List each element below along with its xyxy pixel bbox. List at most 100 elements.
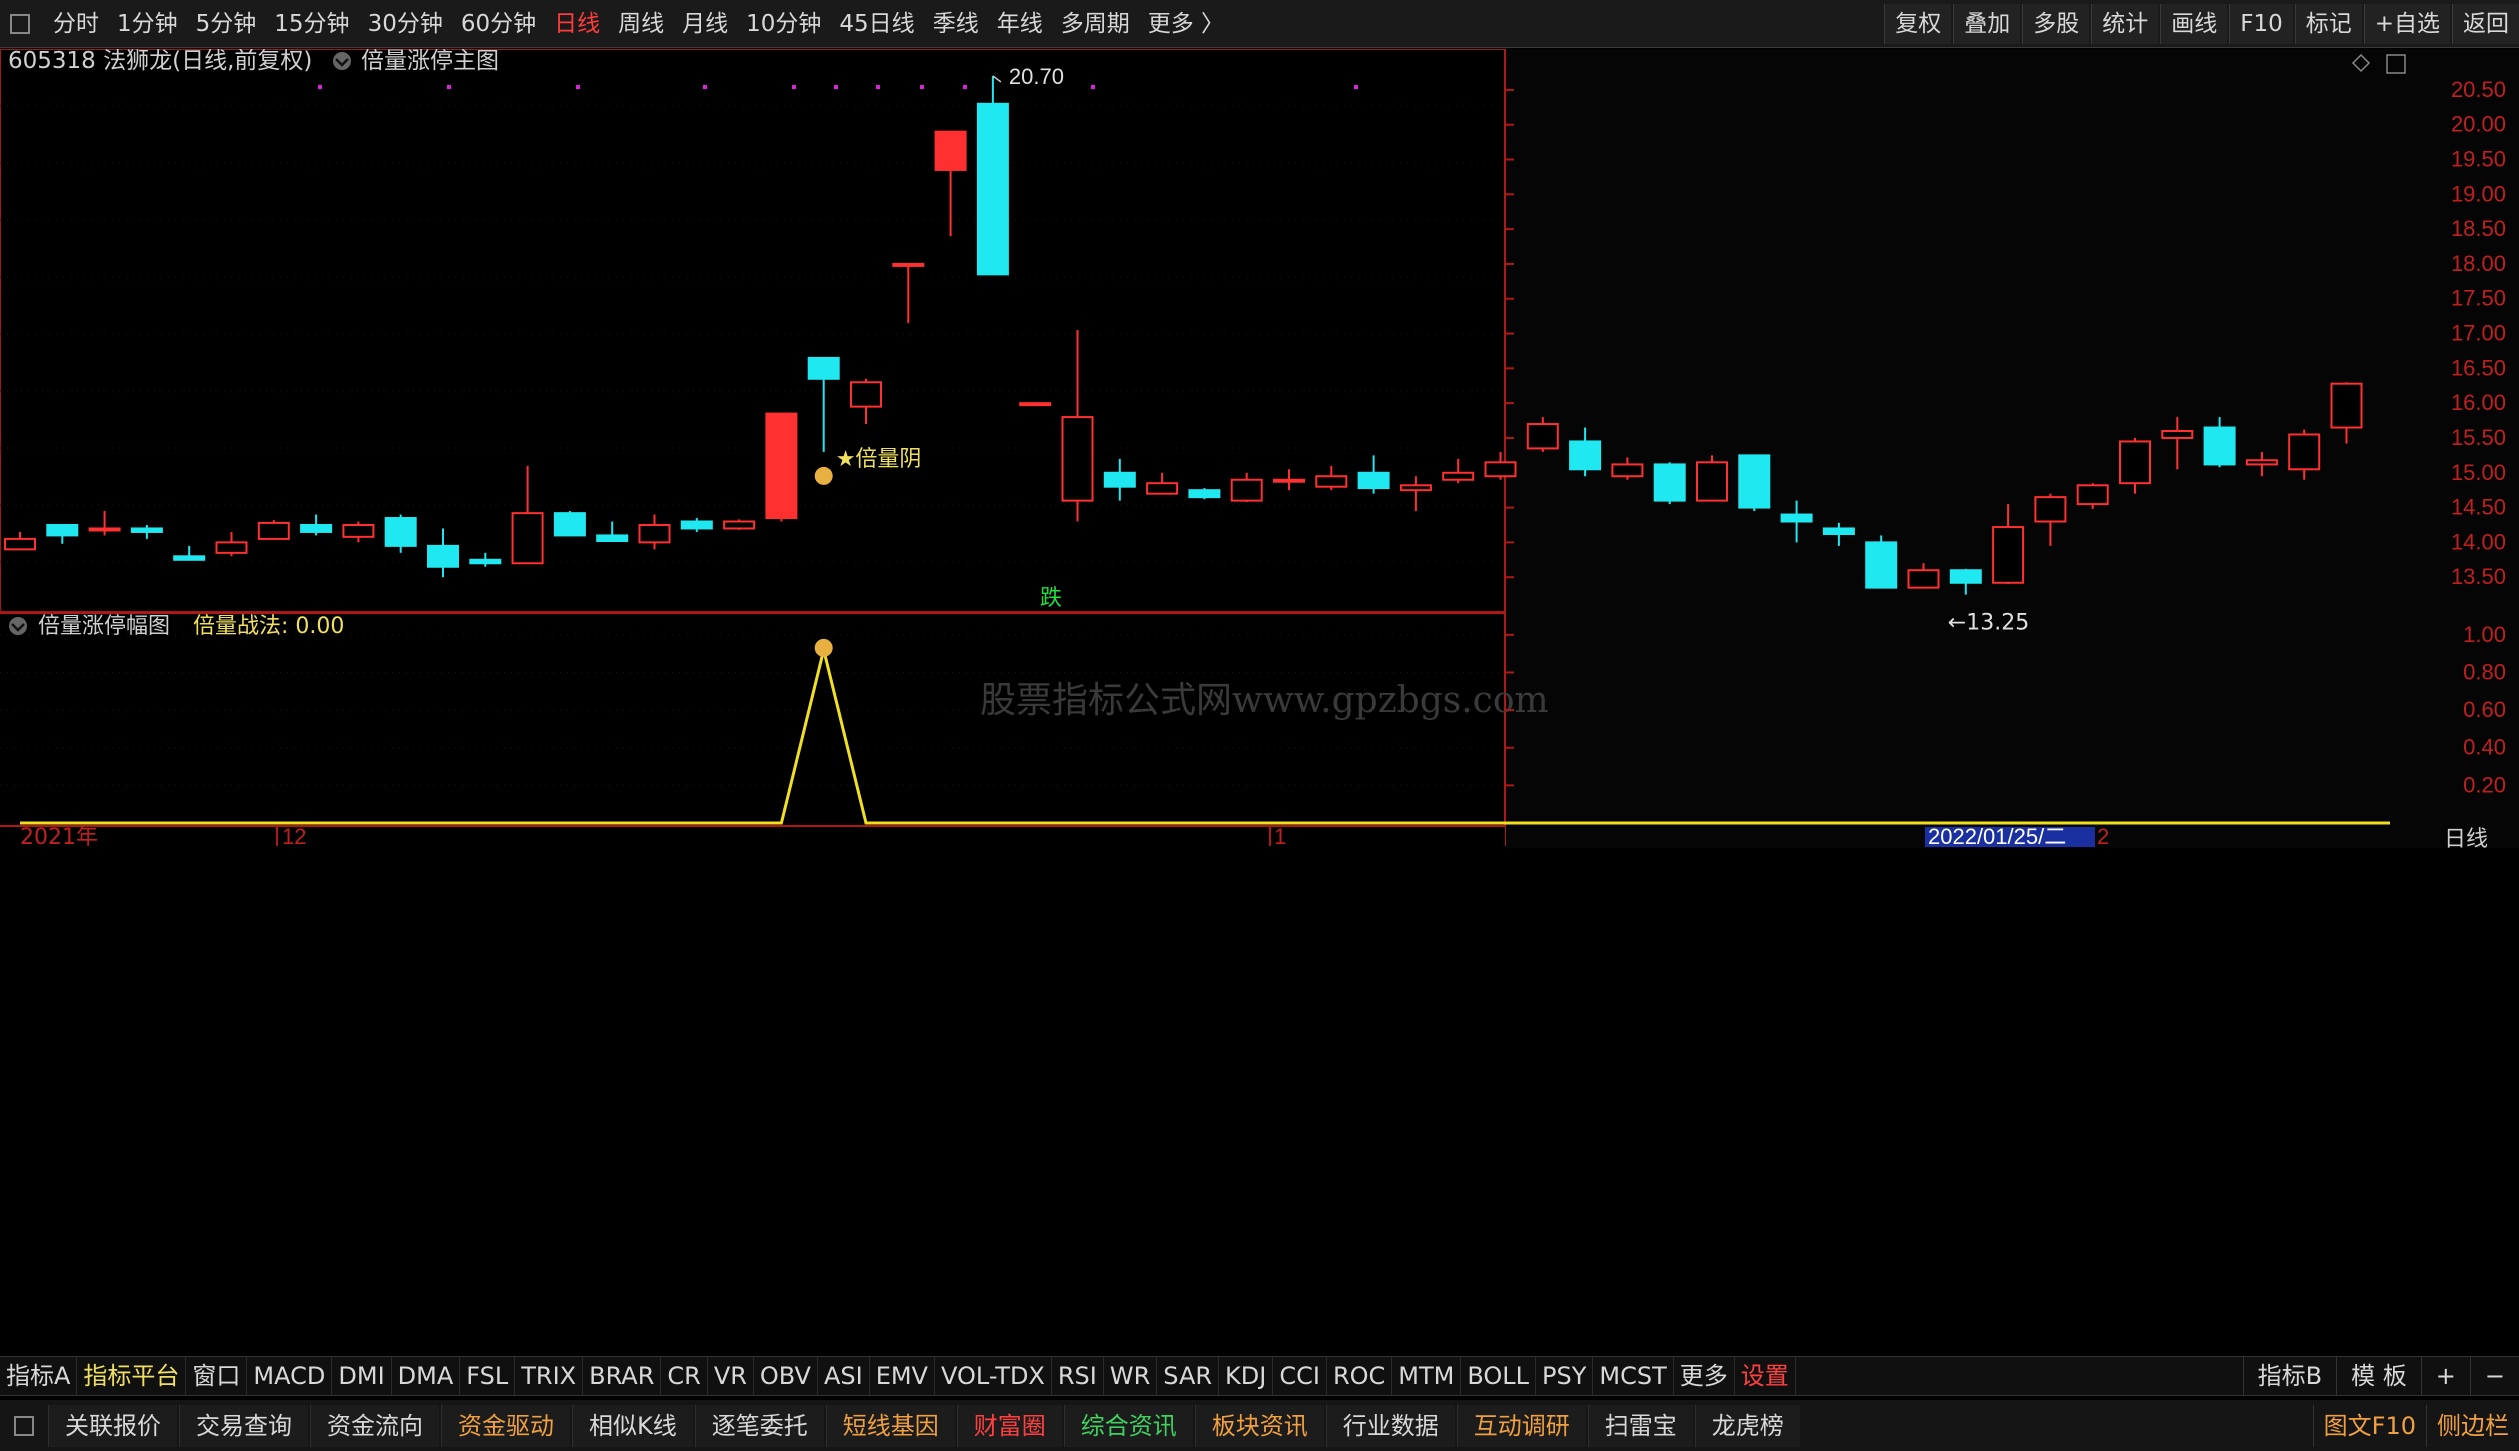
period-tab[interactable]: 年线	[988, 0, 1052, 48]
candle-body	[596, 534, 629, 542]
period-tab[interactable]: 分时	[44, 0, 108, 48]
month-label: 2	[2097, 824, 2109, 849]
toolbar-button[interactable]: +自选	[2363, 3, 2450, 44]
period-tab[interactable]: 周线	[609, 0, 673, 48]
indicator-tab[interactable]: CR	[661, 1357, 708, 1395]
indicator-tab[interactable]: ROC	[1327, 1357, 1393, 1395]
indicator-tab[interactable]: 设置	[1735, 1357, 1796, 1395]
axis-background	[1506, 49, 2519, 848]
info-tab[interactable]: 资金流向	[310, 1404, 439, 1447]
indicator-tab[interactable]: VR	[708, 1357, 754, 1395]
indicator-tab[interactable]: 指标平台	[77, 1357, 187, 1395]
indicator-tab[interactable]: OBV	[754, 1357, 818, 1395]
stock-title: 605318 法狮龙(日线,前复权)	[8, 49, 312, 74]
signal-dot	[792, 85, 796, 89]
toolbar-button[interactable]: 画线	[2160, 3, 2228, 44]
indicator-tab[interactable]: VOL-TDX	[935, 1357, 1052, 1395]
kline-chart-area[interactable]: 20.50 20.00 19.50 19.00 18.50 18.00 17.50 17.00…	[0, 49, 2519, 1350]
month-label: 1	[1274, 824, 1286, 849]
panel-square-icon[interactable]	[14, 1415, 34, 1436]
period-tab[interactable]: 45日线	[830, 0, 923, 48]
toolbar-button[interactable]: 返回	[2452, 3, 2519, 44]
lower-axis-label: 0.40	[2463, 735, 2506, 760]
lower-axis-label: 0.80	[2463, 659, 2506, 684]
indicator-tab[interactable]: CCI	[1273, 1357, 1327, 1395]
info-tab[interactable]: 逐笔委托	[694, 1404, 824, 1447]
candle-body	[2288, 433, 2321, 471]
info-tab[interactable]: 财富圈	[956, 1404, 1062, 1447]
toolbar-button[interactable]: F10	[2229, 3, 2293, 44]
candle-body	[680, 520, 713, 530]
period-tab[interactable]: 5分钟	[187, 0, 266, 48]
info-right-button[interactable]: 侧边栏	[2426, 1404, 2519, 1447]
toolbar-button[interactable]: 多股	[2022, 3, 2090, 44]
price-axis-label: 16.00	[2451, 390, 2506, 415]
candle-body	[553, 512, 586, 537]
indicator-right-button[interactable]: −	[2469, 1357, 2519, 1395]
price-axis-label: 17.50	[2451, 286, 2506, 311]
period-tab[interactable]: 更多 〉	[1139, 0, 1233, 48]
period-tab[interactable]: 季线	[924, 0, 988, 48]
info-right-button[interactable]: 图文F10	[2312, 1404, 2426, 1447]
indicator-tab[interactable]: RSI	[1052, 1357, 1104, 1395]
period-tab[interactable]: 月线	[673, 0, 737, 48]
candle-body	[1569, 440, 1602, 471]
toolbar-button[interactable]: 复权	[1884, 3, 1952, 44]
period-tab[interactable]: 10分钟	[737, 0, 830, 48]
indicator-tab[interactable]: KDJ	[1219, 1357, 1274, 1395]
info-tab[interactable]: 综合资讯	[1063, 1404, 1193, 1447]
period-tab[interactable]: 60分钟	[452, 0, 545, 48]
menu-square-icon[interactable]	[10, 13, 30, 34]
period-tab[interactable]: 多周期	[1052, 0, 1139, 48]
signal-dot	[920, 85, 924, 89]
toolbar-button[interactable]: 叠加	[1953, 3, 2021, 44]
indicator-tab[interactable]: WR	[1104, 1357, 1158, 1395]
indicator-tab[interactable]: SAR	[1157, 1357, 1220, 1395]
info-right-buttons: 图文F10 侧边栏	[2312, 1404, 2519, 1447]
period-tab[interactable]: 日线	[545, 0, 609, 48]
indicator-tab[interactable]: ASI	[818, 1357, 870, 1395]
candle-body	[1230, 478, 1263, 502]
indicator-tab[interactable]: BRAR	[583, 1357, 662, 1395]
indicator-tab[interactable]: 更多	[1674, 1357, 1735, 1395]
info-tab[interactable]: 相似K线	[572, 1404, 693, 1447]
indicator-right-button[interactable]: +	[2420, 1357, 2470, 1395]
info-tab[interactable]: 板块资讯	[1194, 1404, 1324, 1447]
info-tab[interactable]: 互动调研	[1456, 1404, 1586, 1447]
price-axis-label: 18.00	[2451, 251, 2506, 276]
indicator-tab[interactable]: 窗口	[186, 1357, 248, 1395]
indicator-tab[interactable]: MACD	[247, 1357, 333, 1395]
signal-dot	[834, 85, 838, 89]
money-bag-icon	[814, 466, 833, 485]
info-tab[interactable]: 资金驱动	[441, 1404, 570, 1447]
info-tab[interactable]: 短线基因	[825, 1404, 955, 1447]
indicator-tab[interactable]: MCST	[1593, 1357, 1674, 1395]
period-tab[interactable]: 15分钟	[265, 0, 358, 48]
indicator-tab[interactable]: MTM	[1392, 1357, 1462, 1395]
toolbar-button[interactable]: 统计	[2091, 3, 2159, 44]
kline-svg[interactable]: 20.50 20.00 19.50 19.00 18.50 18.00 17.50 17.00…	[0, 49, 2519, 1350]
indicator-tab[interactable]: PSY	[1536, 1357, 1594, 1395]
period-tab[interactable]: 30分钟	[359, 0, 452, 48]
indicator-tab[interactable]: DMA	[392, 1357, 461, 1395]
price-axis-label: 15.50	[2451, 425, 2506, 450]
info-tab[interactable]: 交易查询	[179, 1404, 308, 1447]
period-tabs: 分时 1分钟 5分钟 15分钟 30分钟 60分钟 日线 周线 月线 10分钟 45日线 季线 年线 多周…	[44, 0, 1233, 48]
indicator-tab[interactable]: 指标A	[0, 1357, 78, 1395]
toolbar-button[interactable]: 标记	[2294, 3, 2362, 44]
info-tab[interactable]: 扫雷宝	[1587, 1404, 1693, 1447]
candle-body	[934, 130, 967, 171]
candle-body	[173, 555, 206, 561]
indicator-tab[interactable]: EMV	[870, 1357, 935, 1395]
indicator-tab[interactable]: BOLL	[1461, 1357, 1537, 1395]
indicator-tab[interactable]: TRIX	[515, 1357, 584, 1395]
info-tab[interactable]: 行业数据	[1325, 1404, 1455, 1447]
info-tab[interactable]: 关联报价	[48, 1404, 177, 1447]
period-tab[interactable]: 1分钟	[108, 0, 187, 48]
candle-body	[2034, 496, 2067, 523]
indicator-right-button[interactable]: 指标B	[2242, 1357, 2336, 1395]
info-tab[interactable]: 龙虎榜	[1694, 1404, 1800, 1447]
indicator-tab[interactable]: DMI	[332, 1357, 392, 1395]
indicator-tab[interactable]: FSL	[460, 1357, 516, 1395]
indicator-right-button[interactable]: 模 板	[2336, 1357, 2421, 1395]
